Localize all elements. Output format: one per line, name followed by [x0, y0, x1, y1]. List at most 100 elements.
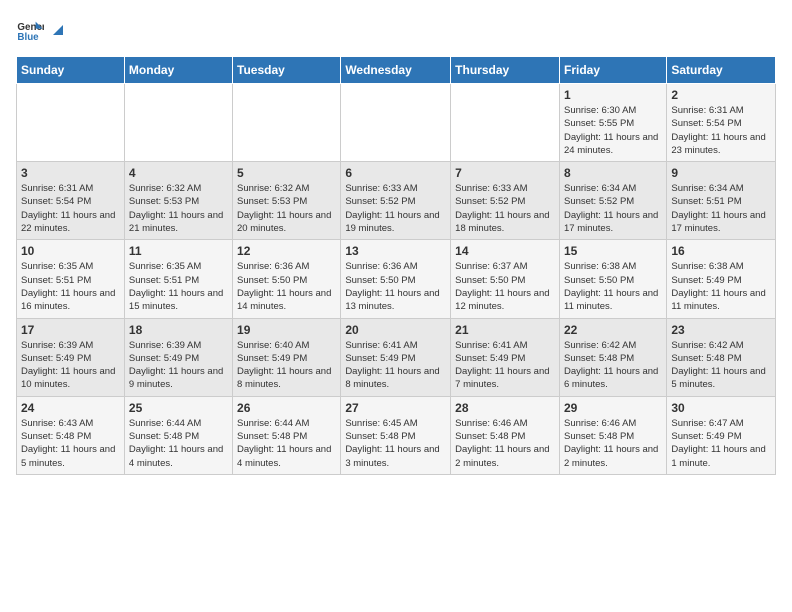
calendar-cell: 23 Sunrise: 6:42 AM Sunset: 5:48 PM Dayli…	[667, 318, 776, 396]
day-number: 20	[345, 323, 446, 337]
day-info: Sunrise: 6:31 AM Sunset: 5:54 PM Dayligh…	[671, 104, 771, 157]
calendar-cell	[233, 84, 341, 162]
day-number: 16	[671, 244, 771, 258]
day-number: 27	[345, 401, 446, 415]
day-number: 10	[21, 244, 120, 258]
day-info: Sunrise: 6:43 AM Sunset: 5:48 PM Dayligh…	[21, 417, 120, 470]
calendar-cell: 9 Sunrise: 6:34 AM Sunset: 5:51 PM Daylig…	[667, 162, 776, 240]
day-number: 17	[21, 323, 120, 337]
day-number: 12	[237, 244, 336, 258]
day-info: Sunrise: 6:36 AM Sunset: 5:50 PM Dayligh…	[237, 260, 336, 313]
weekday-header-saturday: Saturday	[667, 57, 776, 84]
day-info: Sunrise: 6:47 AM Sunset: 5:49 PM Dayligh…	[671, 417, 771, 470]
calendar-cell: 7 Sunrise: 6:33 AM Sunset: 5:52 PM Daylig…	[451, 162, 560, 240]
day-info: Sunrise: 6:32 AM Sunset: 5:53 PM Dayligh…	[129, 182, 228, 235]
calendar-cell: 18 Sunrise: 6:39 AM Sunset: 5:49 PM Dayli…	[124, 318, 232, 396]
calendar-cell: 25 Sunrise: 6:44 AM Sunset: 5:48 PM Dayli…	[124, 396, 232, 474]
day-number: 23	[671, 323, 771, 337]
calendar-cell	[341, 84, 451, 162]
weekday-header-thursday: Thursday	[451, 57, 560, 84]
calendar-cell: 12 Sunrise: 6:36 AM Sunset: 5:50 PM Dayli…	[233, 240, 341, 318]
day-info: Sunrise: 6:38 AM Sunset: 5:49 PM Dayligh…	[671, 260, 771, 313]
day-number: 30	[671, 401, 771, 415]
calendar-cell: 17 Sunrise: 6:39 AM Sunset: 5:49 PM Dayli…	[17, 318, 125, 396]
calendar-cell: 8Sunrise: 6:34 AM Sunset: 5:52 PM Daylig…	[559, 162, 666, 240]
day-number: 21	[455, 323, 555, 337]
weekday-header-tuesday: Tuesday	[233, 57, 341, 84]
calendar-cell: 22Sunrise: 6:42 AM Sunset: 5:48 PM Dayli…	[559, 318, 666, 396]
day-number: 25	[129, 401, 228, 415]
day-info: Sunrise: 6:42 AM Sunset: 5:48 PM Dayligh…	[564, 339, 662, 392]
day-number: 6	[345, 166, 446, 180]
day-number: 14	[455, 244, 555, 258]
day-info: Sunrise: 6:32 AM Sunset: 5:53 PM Dayligh…	[237, 182, 336, 235]
page-header: General Blue	[16, 16, 776, 44]
day-number: 11	[129, 244, 228, 258]
day-info: Sunrise: 6:30 AM Sunset: 5:55 PM Dayligh…	[564, 104, 662, 157]
calendar-cell: 19 Sunrise: 6:40 AM Sunset: 5:49 PM Dayli…	[233, 318, 341, 396]
calendar-cell: 27 Sunrise: 6:45 AM Sunset: 5:48 PM Dayli…	[341, 396, 451, 474]
weekday-row: SundayMondayTuesdayWednesdayThursdayFrid…	[17, 57, 776, 84]
day-info: Sunrise: 6:40 AM Sunset: 5:49 PM Dayligh…	[237, 339, 336, 392]
day-info: Sunrise: 6:35 AM Sunset: 5:51 PM Dayligh…	[129, 260, 228, 313]
day-info: Sunrise: 6:37 AM Sunset: 5:50 PM Dayligh…	[455, 260, 555, 313]
day-number: 15	[564, 244, 662, 258]
calendar-cell: 4 Sunrise: 6:32 AM Sunset: 5:53 PM Daylig…	[124, 162, 232, 240]
calendar-cell: 11 Sunrise: 6:35 AM Sunset: 5:51 PM Dayli…	[124, 240, 232, 318]
day-info: Sunrise: 6:42 AM Sunset: 5:48 PM Dayligh…	[671, 339, 771, 392]
day-info: Sunrise: 6:33 AM Sunset: 5:52 PM Dayligh…	[455, 182, 555, 235]
calendar-cell: 28 Sunrise: 6:46 AM Sunset: 5:48 PM Dayli…	[451, 396, 560, 474]
calendar-cell: 14 Sunrise: 6:37 AM Sunset: 5:50 PM Dayli…	[451, 240, 560, 318]
day-number: 1	[564, 88, 662, 102]
day-number: 18	[129, 323, 228, 337]
weekday-header-monday: Monday	[124, 57, 232, 84]
day-info: Sunrise: 6:41 AM Sunset: 5:49 PM Dayligh…	[455, 339, 555, 392]
day-info: Sunrise: 6:38 AM Sunset: 5:50 PM Dayligh…	[564, 260, 662, 313]
day-number: 2	[671, 88, 771, 102]
day-number: 9	[671, 166, 771, 180]
calendar-cell: 1 Sunrise: 6:30 AM Sunset: 5:55 PM Daylig…	[559, 84, 666, 162]
calendar-cell: 21 Sunrise: 6:41 AM Sunset: 5:49 PM Dayli…	[451, 318, 560, 396]
weekday-header-friday: Friday	[559, 57, 666, 84]
calendar-header: SundayMondayTuesdayWednesdayThursdayFrid…	[17, 57, 776, 84]
calendar-cell: 20 Sunrise: 6:41 AM Sunset: 5:49 PM Dayli…	[341, 318, 451, 396]
day-info: Sunrise: 6:31 AM Sunset: 5:54 PM Dayligh…	[21, 182, 120, 235]
logo-triangle-icon	[49, 21, 67, 39]
day-info: Sunrise: 6:45 AM Sunset: 5:48 PM Dayligh…	[345, 417, 446, 470]
day-number: 26	[237, 401, 336, 415]
calendar-cell: 6 Sunrise: 6:33 AM Sunset: 5:52 PM Daylig…	[341, 162, 451, 240]
day-info: Sunrise: 6:33 AM Sunset: 5:52 PM Dayligh…	[345, 182, 446, 235]
logo-icon: General Blue	[16, 16, 44, 44]
svg-text:Blue: Blue	[17, 32, 39, 43]
weekday-header-sunday: Sunday	[17, 57, 125, 84]
day-info: Sunrise: 6:41 AM Sunset: 5:49 PM Dayligh…	[345, 339, 446, 392]
day-info: Sunrise: 6:34 AM Sunset: 5:51 PM Dayligh…	[671, 182, 771, 235]
day-info: Sunrise: 6:44 AM Sunset: 5:48 PM Dayligh…	[237, 417, 336, 470]
calendar-cell: 15 Sunrise: 6:38 AM Sunset: 5:50 PM Dayli…	[559, 240, 666, 318]
calendar-cell: 16 Sunrise: 6:38 AM Sunset: 5:49 PM Dayli…	[667, 240, 776, 318]
day-number: 7	[455, 166, 555, 180]
day-number: 24	[21, 401, 120, 415]
day-info: Sunrise: 6:39 AM Sunset: 5:49 PM Dayligh…	[129, 339, 228, 392]
calendar-cell: 5Sunrise: 6:32 AM Sunset: 5:53 PM Daylig…	[233, 162, 341, 240]
calendar-cell: 10Sunrise: 6:35 AM Sunset: 5:51 PM Dayli…	[17, 240, 125, 318]
day-info: Sunrise: 6:44 AM Sunset: 5:48 PM Dayligh…	[129, 417, 228, 470]
calendar-cell: 2 Sunrise: 6:31 AM Sunset: 5:54 PM Daylig…	[667, 84, 776, 162]
calendar-cell: 24 Sunrise: 6:43 AM Sunset: 5:48 PM Dayli…	[17, 396, 125, 474]
calendar-cell: 29Sunrise: 6:46 AM Sunset: 5:48 PM Dayli…	[559, 396, 666, 474]
calendar-table: SundayMondayTuesdayWednesdayThursdayFrid…	[16, 56, 776, 475]
day-info: Sunrise: 6:39 AM Sunset: 5:49 PM Dayligh…	[21, 339, 120, 392]
day-info: Sunrise: 6:46 AM Sunset: 5:48 PM Dayligh…	[455, 417, 555, 470]
day-number: 28	[455, 401, 555, 415]
calendar-week-4: 17 Sunrise: 6:39 AM Sunset: 5:49 PM Dayli…	[17, 318, 776, 396]
day-number: 19	[237, 323, 336, 337]
calendar-body: 1 Sunrise: 6:30 AM Sunset: 5:55 PM Daylig…	[17, 84, 776, 475]
calendar-week-5: 24 Sunrise: 6:43 AM Sunset: 5:48 PM Dayli…	[17, 396, 776, 474]
day-number: 3	[21, 166, 120, 180]
day-number: 8	[564, 166, 662, 180]
calendar-cell: 30 Sunrise: 6:47 AM Sunset: 5:49 PM Dayli…	[667, 396, 776, 474]
calendar-week-3: 10 Sunrise: 6:35 AM Sunset: 5:51 PM Dayli…	[17, 240, 776, 318]
calendar-cell	[124, 84, 232, 162]
calendar-cell: 13Sunrise: 6:36 AM Sunset: 5:50 PM Dayli…	[341, 240, 451, 318]
day-number: 4	[129, 166, 228, 180]
